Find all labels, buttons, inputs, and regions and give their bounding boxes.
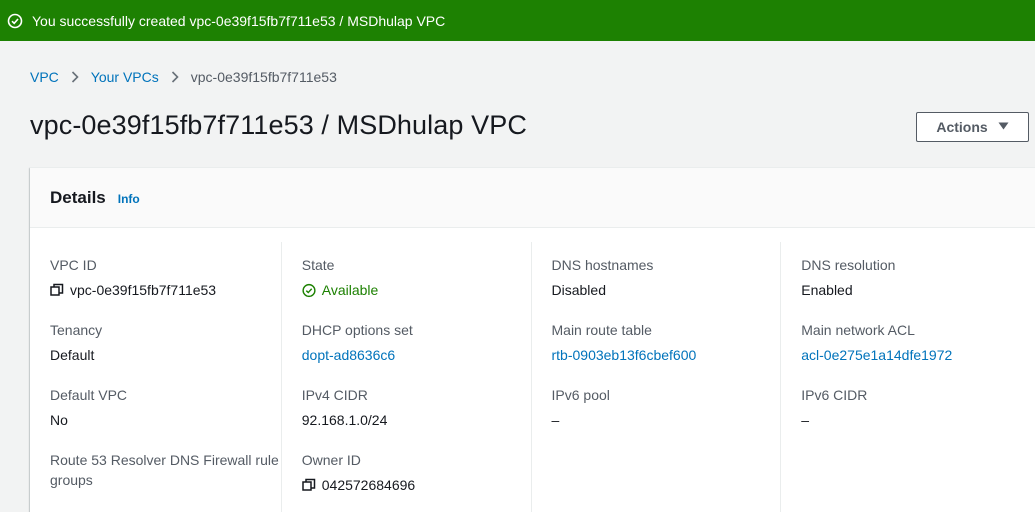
status-available-icon (302, 283, 316, 298)
field-value: Available (302, 280, 531, 300)
chevron-right-icon (171, 71, 179, 83)
field-state: State Available (302, 242, 531, 307)
field-value: – (551, 412, 560, 428)
field-label: DNS hostnames (551, 257, 654, 273)
success-check-icon (7, 13, 23, 29)
field-label: Main route table (551, 322, 652, 338)
details-column-1: VPC ID vpc-0e39f15fb7f711e53 Tenancy Def… (30, 242, 281, 512)
field-label: VPC ID (50, 257, 97, 273)
field-dns-hostnames: DNS hostnames Disabled (552, 242, 781, 307)
actions-button-label: Actions (936, 119, 988, 135)
field-dns-resolution: DNS resolution Enabled (801, 242, 1030, 307)
breadcrumb-your-vpcs[interactable]: Your VPCs (91, 69, 159, 85)
flash-message: You successfully created vpc-0e39f15fb7f… (32, 12, 446, 29)
dhcp-options-link[interactable]: dopt-ad8636c6 (302, 345, 531, 365)
field-label: State (301, 257, 335, 273)
field-route53-firewall: Route 53 Resolver DNS Firewall rule grou… (50, 437, 281, 502)
field-main-route-table: Main route table rtb-0903eb13f6cbef600 (552, 307, 781, 372)
copy-icon[interactable] (302, 478, 316, 492)
field-label: IPv6 CIDR (801, 387, 868, 403)
breadcrumb-vpc[interactable]: VPC (30, 69, 59, 85)
success-flash-banner: You successfully created vpc-0e39f15fb7f… (0, 0, 1035, 41)
field-value: Enabled (801, 282, 853, 298)
details-column-2: State Available DHCP options set dopt-ad… (280, 242, 531, 512)
chevron-right-icon (71, 71, 79, 83)
field-tenancy: Tenancy Default (50, 307, 281, 372)
main-network-acl-link[interactable]: acl-0e275e1a14dfe1972 (801, 345, 1030, 365)
page-title: vpc-0e39f15fb7f711e53 / MSDhulap VPC (30, 110, 527, 140)
field-label: IPv6 pool (551, 387, 610, 403)
field-label: DHCP options set (301, 322, 413, 338)
field-value: 92.168.1.0/24 (301, 412, 388, 428)
field-value: Disabled (551, 282, 606, 298)
field-default-vpc: Default VPC No (50, 372, 281, 437)
field-label: Owner ID (301, 452, 361, 468)
owner-id-value: 042572684696 (321, 477, 416, 493)
field-ipv4-cidr: IPv4 CIDR 92.168.1.0/24 (302, 372, 531, 437)
details-heading: Details (50, 187, 106, 207)
field-label: IPv4 CIDR (301, 387, 368, 403)
field-owner-id: Owner ID 042572684696 (302, 437, 531, 502)
caret-down-icon (998, 121, 1009, 133)
field-ipv6-cidr: IPv6 CIDR – (801, 372, 1030, 437)
field-vpc-id: VPC ID vpc-0e39f15fb7f711e53 (50, 242, 281, 307)
field-dhcp-options: DHCP options set dopt-ad8636c6 (302, 307, 531, 372)
field-main-network-acl: Main network ACL acl-0e275e1a14dfe1972 (801, 307, 1030, 372)
state-value: Available (321, 282, 379, 298)
breadcrumb: VPC Your VPCs vpc-0e39f15fb7f711e53 (30, 68, 337, 86)
actions-button[interactable]: Actions (916, 112, 1029, 142)
field-value: vpc-0e39f15fb7f711e53 (50, 280, 281, 300)
info-link[interactable]: Info (118, 192, 140, 206)
field-value: 042572684696 (302, 475, 531, 495)
field-ipv6-pool: IPv6 pool – (552, 372, 781, 437)
details-column-3: DNS hostnames Disabled Main route table … (530, 242, 781, 512)
field-value: – (801, 412, 810, 428)
field-label: DNS resolution (801, 257, 896, 273)
copy-icon[interactable] (50, 283, 64, 297)
details-panel: Details Info VPC ID vpc-0e39f15fb7f711e5… (30, 167, 1035, 512)
field-value: Default (50, 347, 95, 363)
main-route-table-link[interactable]: rtb-0903eb13f6cbef600 (552, 345, 781, 365)
details-panel-header: Details Info (30, 168, 1035, 228)
field-label: Default VPC (50, 387, 128, 403)
field-label: Route 53 Resolver DNS Firewall rule grou… (50, 452, 279, 488)
field-label: Tenancy (50, 322, 103, 338)
breadcrumb-current: vpc-0e39f15fb7f711e53 (190, 69, 337, 85)
details-columns: VPC ID vpc-0e39f15fb7f711e53 Tenancy Def… (30, 242, 1030, 512)
field-label: Main network ACL (801, 322, 915, 338)
field-value: No (50, 412, 68, 428)
details-column-4: DNS resolution Enabled Main network ACL … (780, 242, 1030, 512)
vpc-id-value: vpc-0e39f15fb7f711e53 (70, 282, 217, 298)
